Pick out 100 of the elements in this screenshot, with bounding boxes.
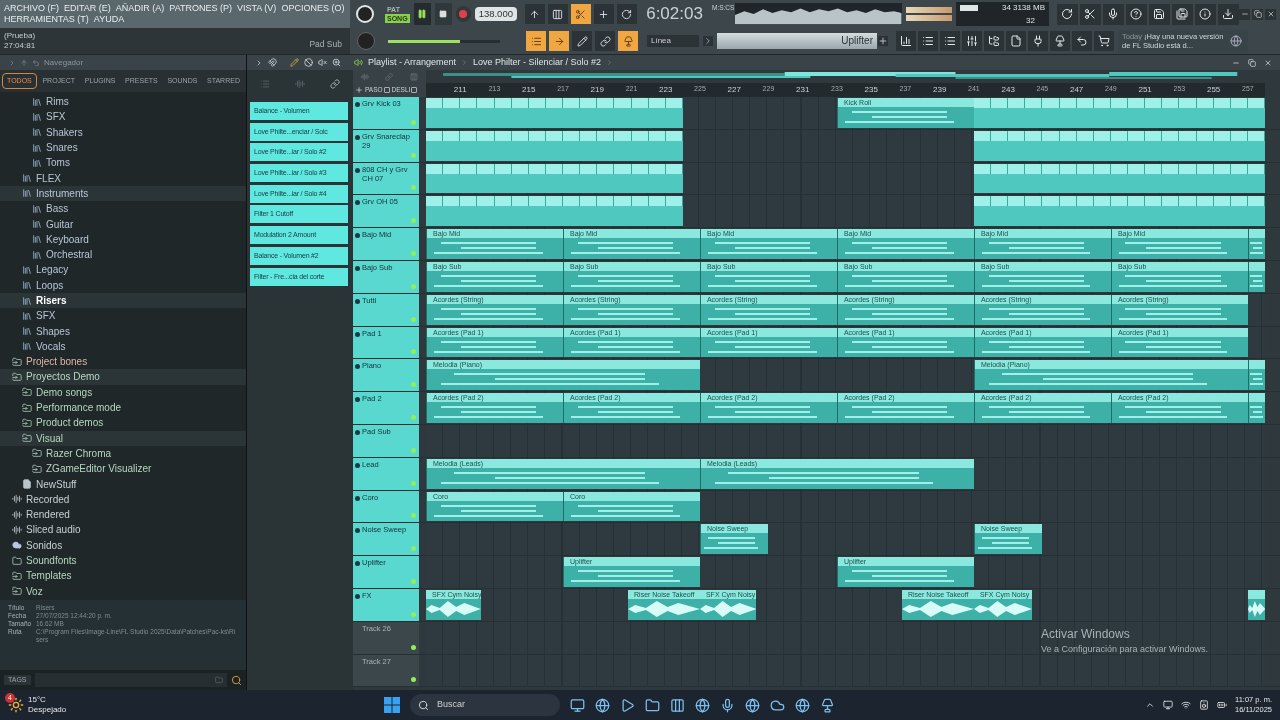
window-button[interactable]: [1028, 31, 1048, 51]
track-led[interactable]: [411, 152, 416, 158]
master-volume-slider[interactable]: [388, 39, 500, 43]
pattern-clip[interactable]: [973, 196, 1265, 227]
menu-item[interactable]: HERRAMIENTAS (T): [4, 14, 89, 25]
track-led[interactable]: [411, 513, 416, 519]
track-led[interactable]: [411, 644, 416, 650]
browser-item[interactable]: Keyboard: [0, 231, 246, 247]
taskbar-app-icon[interactable]: [645, 697, 660, 713]
restore-icon[interactable]: [1248, 58, 1256, 67]
add-button[interactable]: [593, 4, 614, 24]
pattern-clip[interactable]: [973, 163, 1265, 194]
playback-icon[interactable]: [354, 58, 363, 67]
browser-item[interactable]: Toms: [0, 155, 246, 171]
mute-tool-icon[interactable]: [304, 58, 313, 67]
minimize-button[interactable]: [1239, 8, 1250, 20]
browser-item[interactable]: Shapes: [0, 323, 246, 339]
cut-button[interactable]: [570, 4, 591, 24]
track-lane[interactable]: [426, 195, 1265, 228]
record-button[interactable]: [456, 6, 471, 22]
track-led[interactable]: [411, 316, 416, 322]
toolbar-button[interactable]: [1218, 3, 1239, 25]
browser-item[interactable]: Product demos: [0, 415, 246, 431]
track-lane[interactable]: [426, 162, 1265, 195]
pencil-button[interactable]: [572, 31, 592, 51]
audio-clip[interactable]: [1247, 589, 1265, 620]
taskbar-app-icon[interactable]: [570, 697, 585, 713]
browser-item[interactable]: Shakers: [0, 124, 246, 140]
window-button[interactable]: [918, 31, 938, 51]
browser-item[interactable]: Razer Chroma: [0, 445, 246, 462]
pattern-selector[interactable]: Uplifter: [717, 33, 877, 49]
tags-field[interactable]: [34, 673, 227, 687]
pattern-clip[interactable]: [426, 98, 683, 128]
taskbar-app-icon[interactable]: [620, 697, 635, 713]
track-led[interactable]: [411, 677, 416, 683]
pattern-clip[interactable]: [426, 196, 683, 227]
browser-item[interactable]: Performance mode: [0, 399, 246, 416]
window-button[interactable]: [940, 31, 960, 51]
magnet-icon[interactable]: [268, 58, 277, 67]
browser-item[interactable]: Instruments: [0, 185, 246, 202]
tray-app-icon[interactable]: [1163, 700, 1173, 710]
browser-item[interactable]: Templates: [0, 568, 246, 584]
weather-icon[interactable]: [8, 697, 24, 713]
track-led[interactable]: [411, 414, 416, 420]
menu-item[interactable]: AYUDA: [93, 14, 125, 25]
track-led[interactable]: [411, 185, 416, 191]
toolbar-button[interactable]: [1103, 3, 1124, 25]
window-button[interactable]: [1072, 31, 1092, 51]
pattern-clip[interactable]: [973, 130, 1265, 161]
pattern-clip[interactable]: [973, 98, 1265, 128]
taskbar-app-icon[interactable]: [720, 697, 735, 713]
window-button[interactable]: [1094, 31, 1114, 51]
zoom-icon[interactable]: [332, 58, 341, 67]
browser-item[interactable]: Sonidos: [0, 537, 246, 553]
add-icon[interactable]: [878, 36, 888, 46]
start-icon[interactable]: [384, 697, 400, 713]
track-led[interactable]: [411, 382, 416, 388]
pencil-icon[interactable]: [290, 58, 299, 67]
taskbar-app-icon[interactable]: [770, 697, 785, 713]
browser-item[interactable]: Snares: [0, 139, 246, 156]
window-button[interactable]: [1006, 31, 1026, 51]
track-led[interactable]: [411, 578, 416, 584]
loop-button[interactable]: [616, 4, 637, 24]
toolbar-button[interactable]: [1126, 3, 1147, 25]
close-icon[interactable]: [1264, 58, 1272, 67]
browser-item[interactable]: Project bones: [0, 354, 246, 370]
track-led[interactable]: [411, 283, 416, 289]
track-led[interactable]: [411, 447, 416, 453]
arrow-button[interactable]: [549, 31, 569, 51]
browser-item[interactable]: Proyectos Demo: [0, 369, 246, 385]
wifi-icon[interactable]: [1181, 700, 1191, 710]
browser-item[interactable]: Demo songs: [0, 384, 246, 400]
taskbar-app-icon[interactable]: [595, 697, 610, 713]
pattern-button[interactable]: [526, 31, 546, 51]
pause-button[interactable]: [413, 3, 431, 25]
toolbar-button[interactable]: [1195, 3, 1216, 25]
browser-item[interactable]: ZGameEditor Visualizer: [0, 461, 246, 477]
lamp-button[interactable]: [618, 31, 638, 51]
window-button[interactable]: [962, 31, 982, 51]
menu-item[interactable]: OPCIONES (O): [281, 3, 345, 14]
restore-button[interactable]: [1252, 8, 1263, 20]
pattern-clip[interactable]: [426, 130, 683, 161]
close-button[interactable]: [1265, 8, 1276, 20]
tempo-display[interactable]: 138.000: [474, 6, 517, 22]
taskbar-app-icon[interactable]: [695, 697, 710, 713]
menu-item[interactable]: VISTA (V): [237, 3, 277, 14]
taskbar-app-icon[interactable]: [795, 697, 810, 713]
window-button[interactable]: [984, 31, 1004, 51]
taskbar-app-icon[interactable]: [745, 697, 760, 713]
browser-item[interactable]: Sliced audio: [0, 522, 246, 538]
window-button[interactable]: [1050, 31, 1070, 51]
browser-item[interactable]: Loops: [0, 277, 246, 293]
browser-item[interactable]: SFX: [0, 308, 246, 324]
browser-item[interactable]: Rendered: [0, 507, 246, 523]
volume-icon[interactable]: [1199, 700, 1209, 710]
browser-item[interactable]: SFX: [0, 109, 246, 125]
browser-item[interactable]: Voz: [0, 583, 246, 599]
step-button[interactable]: [547, 4, 568, 24]
automation-view-icon[interactable]: [330, 78, 341, 89]
browser-item[interactable]: Orchestral: [0, 246, 246, 263]
